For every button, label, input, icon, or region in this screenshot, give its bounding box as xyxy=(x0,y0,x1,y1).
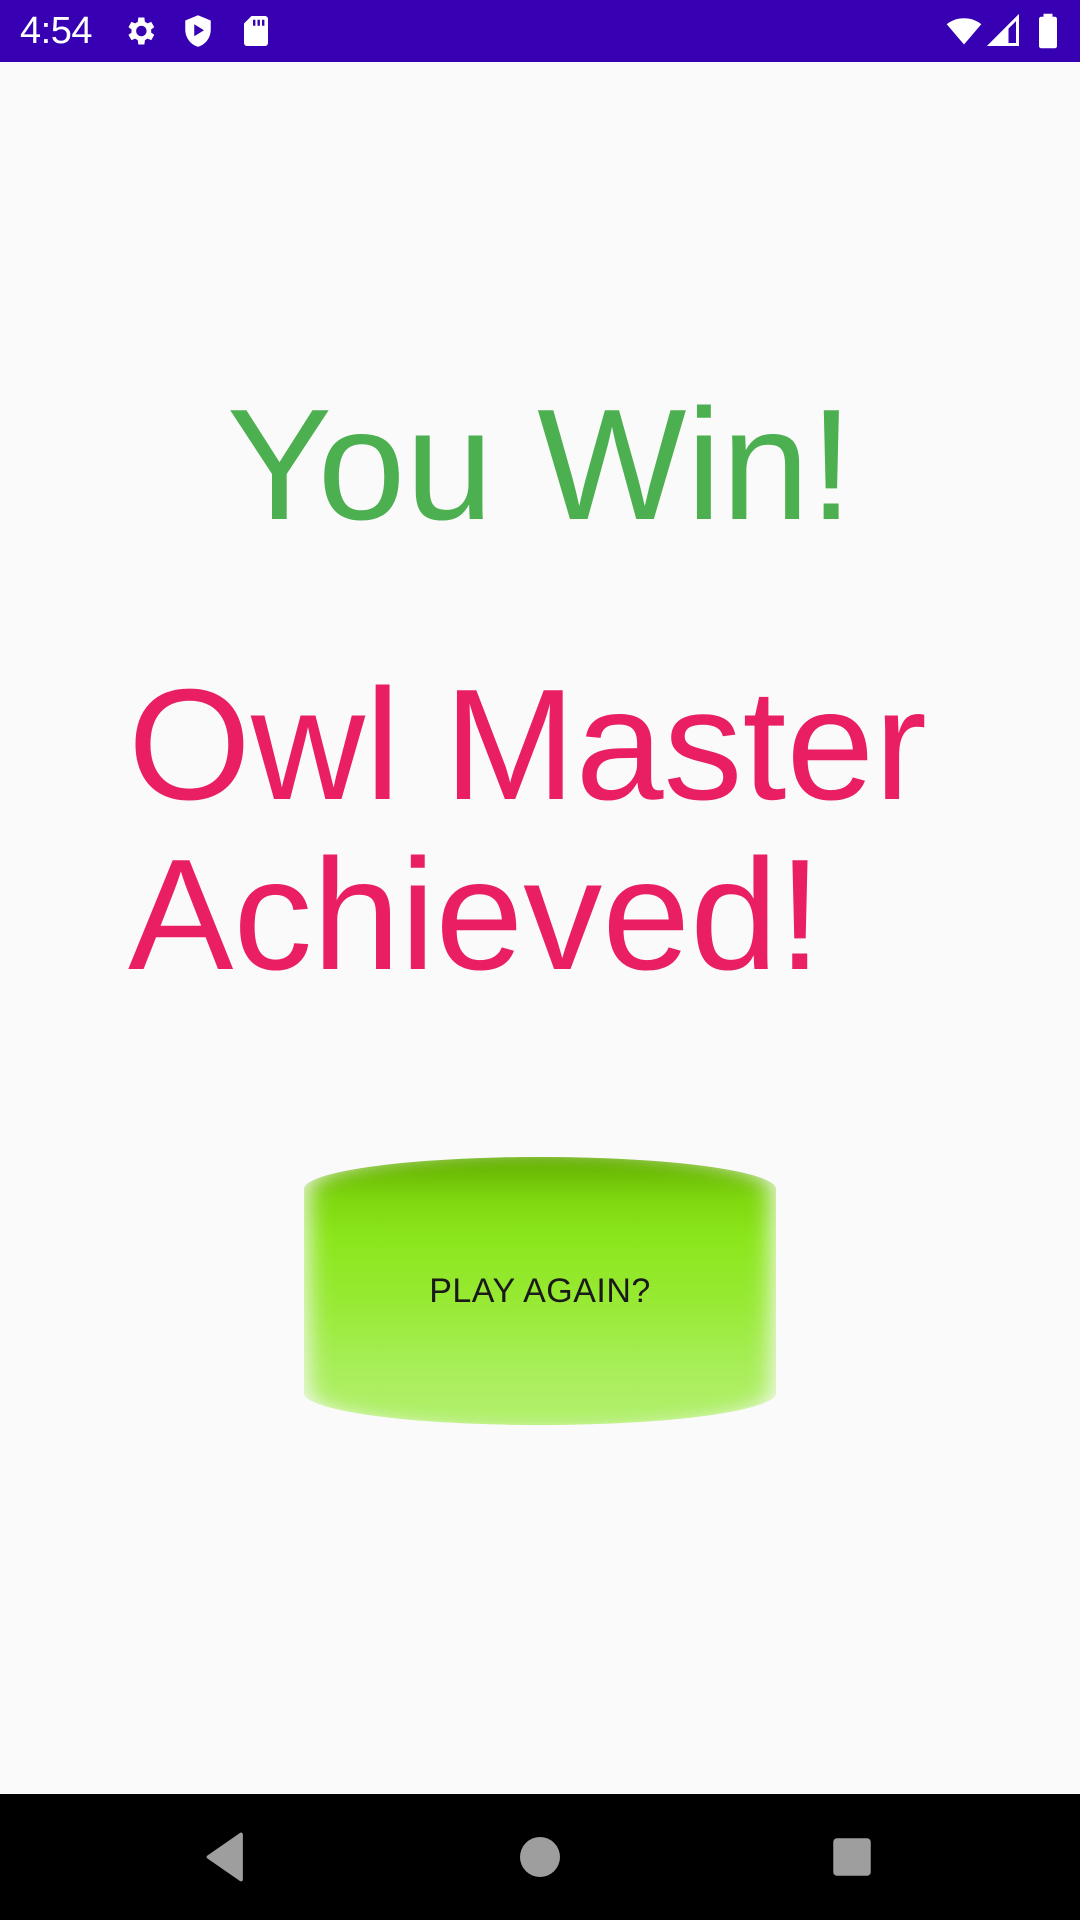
screen: 4:54 You Win! Owl Master Achieved! PLAY … xyxy=(0,0,1080,1920)
nav-bar xyxy=(0,1794,1080,1920)
play-again-label: PLAY AGAIN? xyxy=(429,1271,651,1310)
achievement-title: Owl Master Achieved! xyxy=(128,660,1028,1000)
shield-play-icon xyxy=(180,13,216,49)
recents-icon[interactable] xyxy=(822,1827,882,1887)
status-time: 4:54 xyxy=(20,10,92,52)
wifi-icon xyxy=(944,13,984,49)
status-bar: 4:54 xyxy=(0,0,1080,62)
battery-icon xyxy=(1034,13,1062,49)
home-icon[interactable] xyxy=(510,1827,570,1887)
win-title: You Win! xyxy=(226,377,854,553)
cell-signal-icon xyxy=(986,13,1022,49)
gear-icon xyxy=(122,13,158,49)
achievement-line-2: Achieved! xyxy=(128,827,822,1003)
play-again-button[interactable]: PLAY AGAIN? xyxy=(304,1157,776,1425)
back-icon[interactable] xyxy=(196,1827,256,1887)
sd-card-icon xyxy=(238,13,274,49)
achievement-line-1: Owl Master xyxy=(128,657,927,833)
